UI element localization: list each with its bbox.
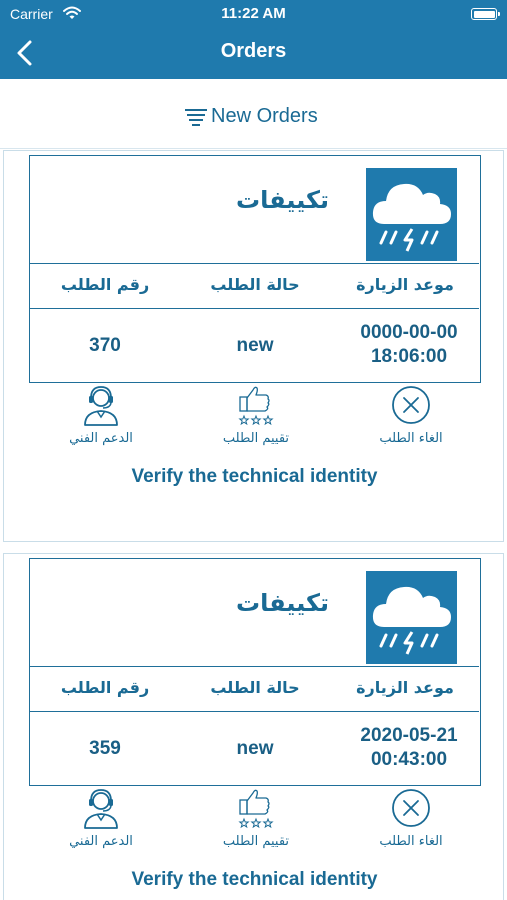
order-status-header: حالة الطلب bbox=[210, 275, 300, 294]
rain-cloud-icon bbox=[366, 571, 457, 664]
rain-cloud-icon bbox=[366, 168, 457, 261]
order-number-header: رقم الطلب bbox=[60, 275, 150, 294]
thumbs-up-stars-icon bbox=[238, 386, 274, 426]
support-label: الدعم الفني bbox=[69, 431, 133, 446]
rate-order-label: تقييم الطلب bbox=[222, 834, 290, 849]
cancel-x-icon bbox=[392, 386, 430, 424]
verify-technician-link[interactable]: Verify the technical identity bbox=[4, 466, 505, 488]
service-category: تكييفات bbox=[236, 186, 329, 214]
order-number-header: رقم الطلب bbox=[60, 678, 150, 697]
thumbs-up-stars-icon bbox=[238, 789, 274, 829]
cancel-x-icon bbox=[392, 789, 430, 827]
visit-date: 0000-00-00 bbox=[360, 322, 458, 343]
visit-date: 2020-05-21 bbox=[360, 725, 458, 746]
cancel-order-label: الغاء الطلب bbox=[379, 431, 443, 446]
visit-date-header: موعد الزيارة bbox=[356, 275, 454, 294]
list-filter-icon bbox=[185, 108, 207, 126]
new-orders-filter[interactable]: New Orders bbox=[184, 105, 318, 128]
support-agent-icon bbox=[84, 789, 118, 829]
order-values: 0000-00-00 18:06:00 new 370 bbox=[30, 309, 479, 381]
cancel-order-label: الغاء الطلب bbox=[379, 834, 443, 849]
page-title: Orders bbox=[220, 40, 287, 62]
order-status-header: حالة الطلب bbox=[210, 678, 300, 697]
filter-label: New Orders bbox=[211, 105, 318, 127]
order-column-headers: موعد الزيارة حالة الطلب رقم الطلب bbox=[30, 264, 479, 309]
order-header: تكييفات bbox=[30, 559, 479, 667]
status-time: 11:22 AM bbox=[221, 5, 286, 22]
support-agent-icon bbox=[84, 386, 118, 426]
order-details: تكييفات موعد الزيارة حالة الطلب رقم الطل… bbox=[29, 558, 481, 786]
order-column-headers: موعد الزيارة حالة الطلب رقم الطلب bbox=[30, 667, 479, 712]
visit-date-header: موعد الزيارة bbox=[356, 678, 454, 697]
order-card: تكييفات موعد الزيارة حالة الطلب رقم الطل… bbox=[3, 150, 504, 542]
visit-time: 18:06:00 bbox=[370, 346, 448, 367]
order-status-value: new bbox=[236, 738, 274, 759]
rate-order-label: تقييم الطلب bbox=[222, 431, 290, 446]
order-values: 2020-05-21 00:43:00 new 359 bbox=[30, 712, 479, 784]
cancel-order-button[interactable]: الغاء الطلب bbox=[356, 786, 466, 849]
navigation-bar: Orders bbox=[0, 28, 507, 79]
cancel-order-button[interactable]: الغاء الطلب bbox=[356, 383, 466, 446]
rate-order-button[interactable]: تقييم الطلب bbox=[201, 383, 311, 446]
support-button[interactable]: الدعم الفني bbox=[46, 383, 156, 446]
order-header: تكييفات bbox=[30, 156, 479, 264]
order-details: تكييفات موعد الزيارة حالة الطلب رقم الطل… bbox=[29, 155, 481, 383]
orders-filter-bar: New Orders bbox=[0, 79, 507, 149]
visit-date-value: 2020-05-21 00:43:00 bbox=[348, 724, 470, 772]
visit-date-value: 0000-00-00 18:06:00 bbox=[348, 321, 470, 369]
verify-technician-link[interactable]: Verify the technical identity bbox=[4, 869, 505, 891]
order-actions: الغاء الطلب تقييم الطلب الدعم الفني bbox=[4, 383, 505, 453]
rate-order-button[interactable]: تقييم الطلب bbox=[201, 786, 311, 849]
order-actions: الغاء الطلب تقييم الطلب الدعم الفني bbox=[4, 786, 505, 856]
visit-time: 00:43:00 bbox=[370, 749, 448, 770]
battery-icon bbox=[471, 8, 500, 20]
top-bar: Carrier 11:22 AM Orders bbox=[0, 0, 507, 79]
order-number-value: 370 bbox=[89, 335, 121, 356]
support-button[interactable]: الدعم الفني bbox=[46, 786, 156, 849]
order-card: تكييفات موعد الزيارة حالة الطلب رقم الطل… bbox=[3, 553, 504, 900]
order-number-value: 359 bbox=[89, 738, 121, 759]
status-bar: Carrier 11:22 AM bbox=[0, 0, 507, 28]
order-status-value: new bbox=[236, 335, 274, 356]
service-category: تكييفات bbox=[236, 589, 329, 617]
support-label: الدعم الفني bbox=[69, 834, 133, 849]
